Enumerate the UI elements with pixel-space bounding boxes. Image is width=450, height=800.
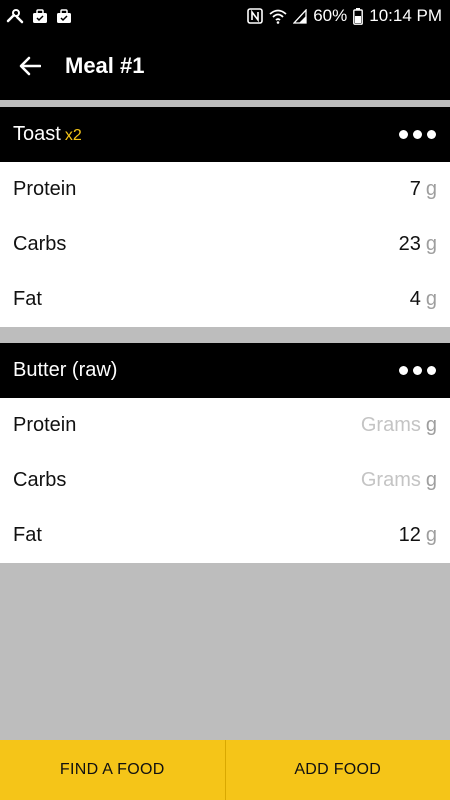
status-bar: 60% 10:14 PM	[0, 0, 450, 32]
food-header: Butter (raw)	[0, 343, 450, 398]
nutrient-input[interactable]: Grams g	[361, 414, 437, 437]
battery-percent: 60%	[313, 6, 348, 25]
nutrient-input[interactable]: Grams g	[361, 469, 437, 492]
food-card-butter: Butter (raw) Protein Grams g Carbs Grams	[0, 343, 450, 563]
nutrient-list: Protein 7 g Carbs 23 g Fat 4 g	[0, 162, 450, 327]
nutrient-row-protein: Protein Grams g	[0, 398, 450, 453]
more-options-button[interactable]	[399, 120, 436, 150]
nutrient-label: Carbs	[13, 233, 67, 255]
nutrient-unit: g	[425, 524, 437, 546]
battery-icon	[353, 7, 364, 25]
nutrient-label: Protein	[13, 414, 77, 436]
food-name: Butter (raw)	[13, 359, 118, 381]
nutrient-value[interactable]: 7	[410, 178, 421, 201]
briefcase-icon	[32, 8, 48, 24]
nutrient-row-protein: Protein 7 g	[0, 162, 450, 217]
nutrient-input[interactable]: 4 g	[410, 288, 437, 311]
app-bar: Meal #1	[0, 32, 450, 100]
nutrient-row-carbs: Carbs 23 g	[0, 217, 450, 272]
nutrient-input[interactable]: 7 g	[410, 178, 437, 201]
back-button[interactable]	[0, 32, 60, 100]
nutrient-value[interactable]: 12	[399, 524, 421, 547]
nutrient-unit: g	[425, 414, 437, 436]
arrow-left-icon	[19, 56, 41, 76]
tools-icon	[6, 8, 24, 24]
food-title: Butter (raw)	[13, 359, 121, 382]
find-food-button[interactable]: FIND A FOOD	[0, 740, 225, 800]
wifi-icon	[269, 9, 287, 24]
page-title: Meal #1	[65, 53, 145, 78]
nutrient-input[interactable]: 23 g	[399, 233, 437, 256]
nutrient-value[interactable]: 23	[399, 233, 421, 256]
nutrient-label: Protein	[13, 178, 77, 200]
nutrient-label: Carbs	[13, 469, 67, 491]
more-horizontal-icon	[399, 130, 436, 139]
meal-food-list: Toast x2 Protein 7 g Carbs 23 g Fat 4 g …	[0, 100, 450, 740]
food-header: Toast x2	[0, 107, 450, 162]
briefcase-icon	[56, 8, 72, 24]
nutrient-row-fat: Fat 12 g	[0, 508, 450, 563]
food-card-toast: Toast x2 Protein 7 g Carbs 23 g Fat 4 g	[0, 107, 450, 327]
bottom-action-bar: FIND A FOOD ADD FOOD	[0, 740, 450, 800]
nutrient-unit: g	[425, 469, 437, 491]
more-horizontal-icon	[399, 366, 436, 375]
nutrient-unit: g	[425, 233, 437, 255]
nutrient-input[interactable]: 12 g	[399, 524, 437, 547]
nutrient-value-placeholder[interactable]: Grams	[361, 414, 421, 437]
more-options-button[interactable]	[399, 356, 436, 386]
add-food-button[interactable]: ADD FOOD	[226, 740, 450, 800]
food-name: Toast	[13, 123, 61, 145]
nutrient-value[interactable]: 4	[410, 288, 421, 311]
food-title: Toast x2	[13, 123, 82, 146]
nutrient-list: Protein Grams g Carbs Grams g Fat 12 g	[0, 398, 450, 563]
status-time: 10:14 PM	[369, 6, 442, 25]
signal-icon	[293, 8, 307, 24]
nfc-icon	[247, 8, 264, 24]
nutrient-unit: g	[425, 178, 437, 200]
food-multiplier: x2	[64, 127, 82, 144]
nutrient-row-fat: Fat 4 g	[0, 272, 450, 327]
status-bar-system: 60% 10:14 PM	[247, 6, 442, 26]
nutrient-row-carbs: Carbs Grams g	[0, 453, 450, 508]
nutrient-label: Fat	[13, 288, 42, 310]
nutrient-unit: g	[425, 288, 437, 310]
nutrient-label: Fat	[13, 524, 42, 546]
status-bar-notifications	[6, 8, 72, 24]
nutrient-value-placeholder[interactable]: Grams	[361, 469, 421, 492]
